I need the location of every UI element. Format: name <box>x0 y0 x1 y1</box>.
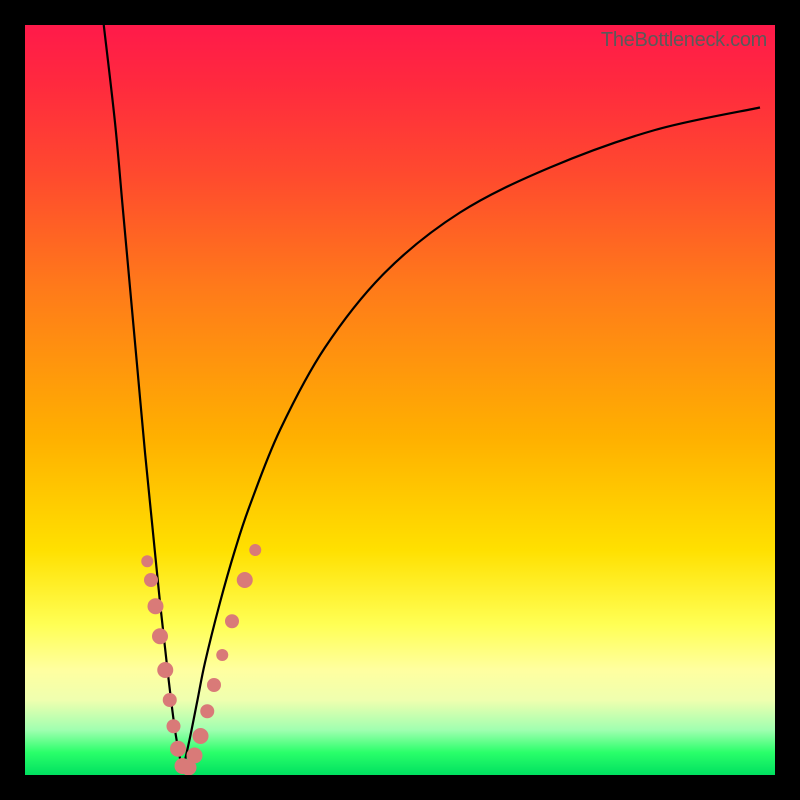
chart-frame: TheBottleneck.com <box>0 0 800 800</box>
bead <box>207 678 221 692</box>
bead <box>200 704 214 718</box>
bead <box>144 573 158 587</box>
bead <box>170 741 186 757</box>
right-limb-curve <box>183 108 761 772</box>
curves-svg <box>25 25 775 775</box>
bead <box>193 728 209 744</box>
bead <box>216 649 228 661</box>
bead <box>167 719 181 733</box>
watermark-text: TheBottleneck.com <box>601 29 767 52</box>
bead <box>141 555 153 567</box>
beads-group <box>141 544 261 775</box>
bead <box>163 693 177 707</box>
bead <box>181 760 197 776</box>
left-limb-curve <box>104 25 183 771</box>
bead <box>187 748 203 764</box>
bead <box>225 614 239 628</box>
plot-area: TheBottleneck.com <box>25 25 775 775</box>
bead <box>175 758 191 774</box>
bead <box>249 544 261 556</box>
bead <box>157 662 173 678</box>
bead <box>152 628 168 644</box>
bead <box>148 598 164 614</box>
bead <box>237 572 253 588</box>
